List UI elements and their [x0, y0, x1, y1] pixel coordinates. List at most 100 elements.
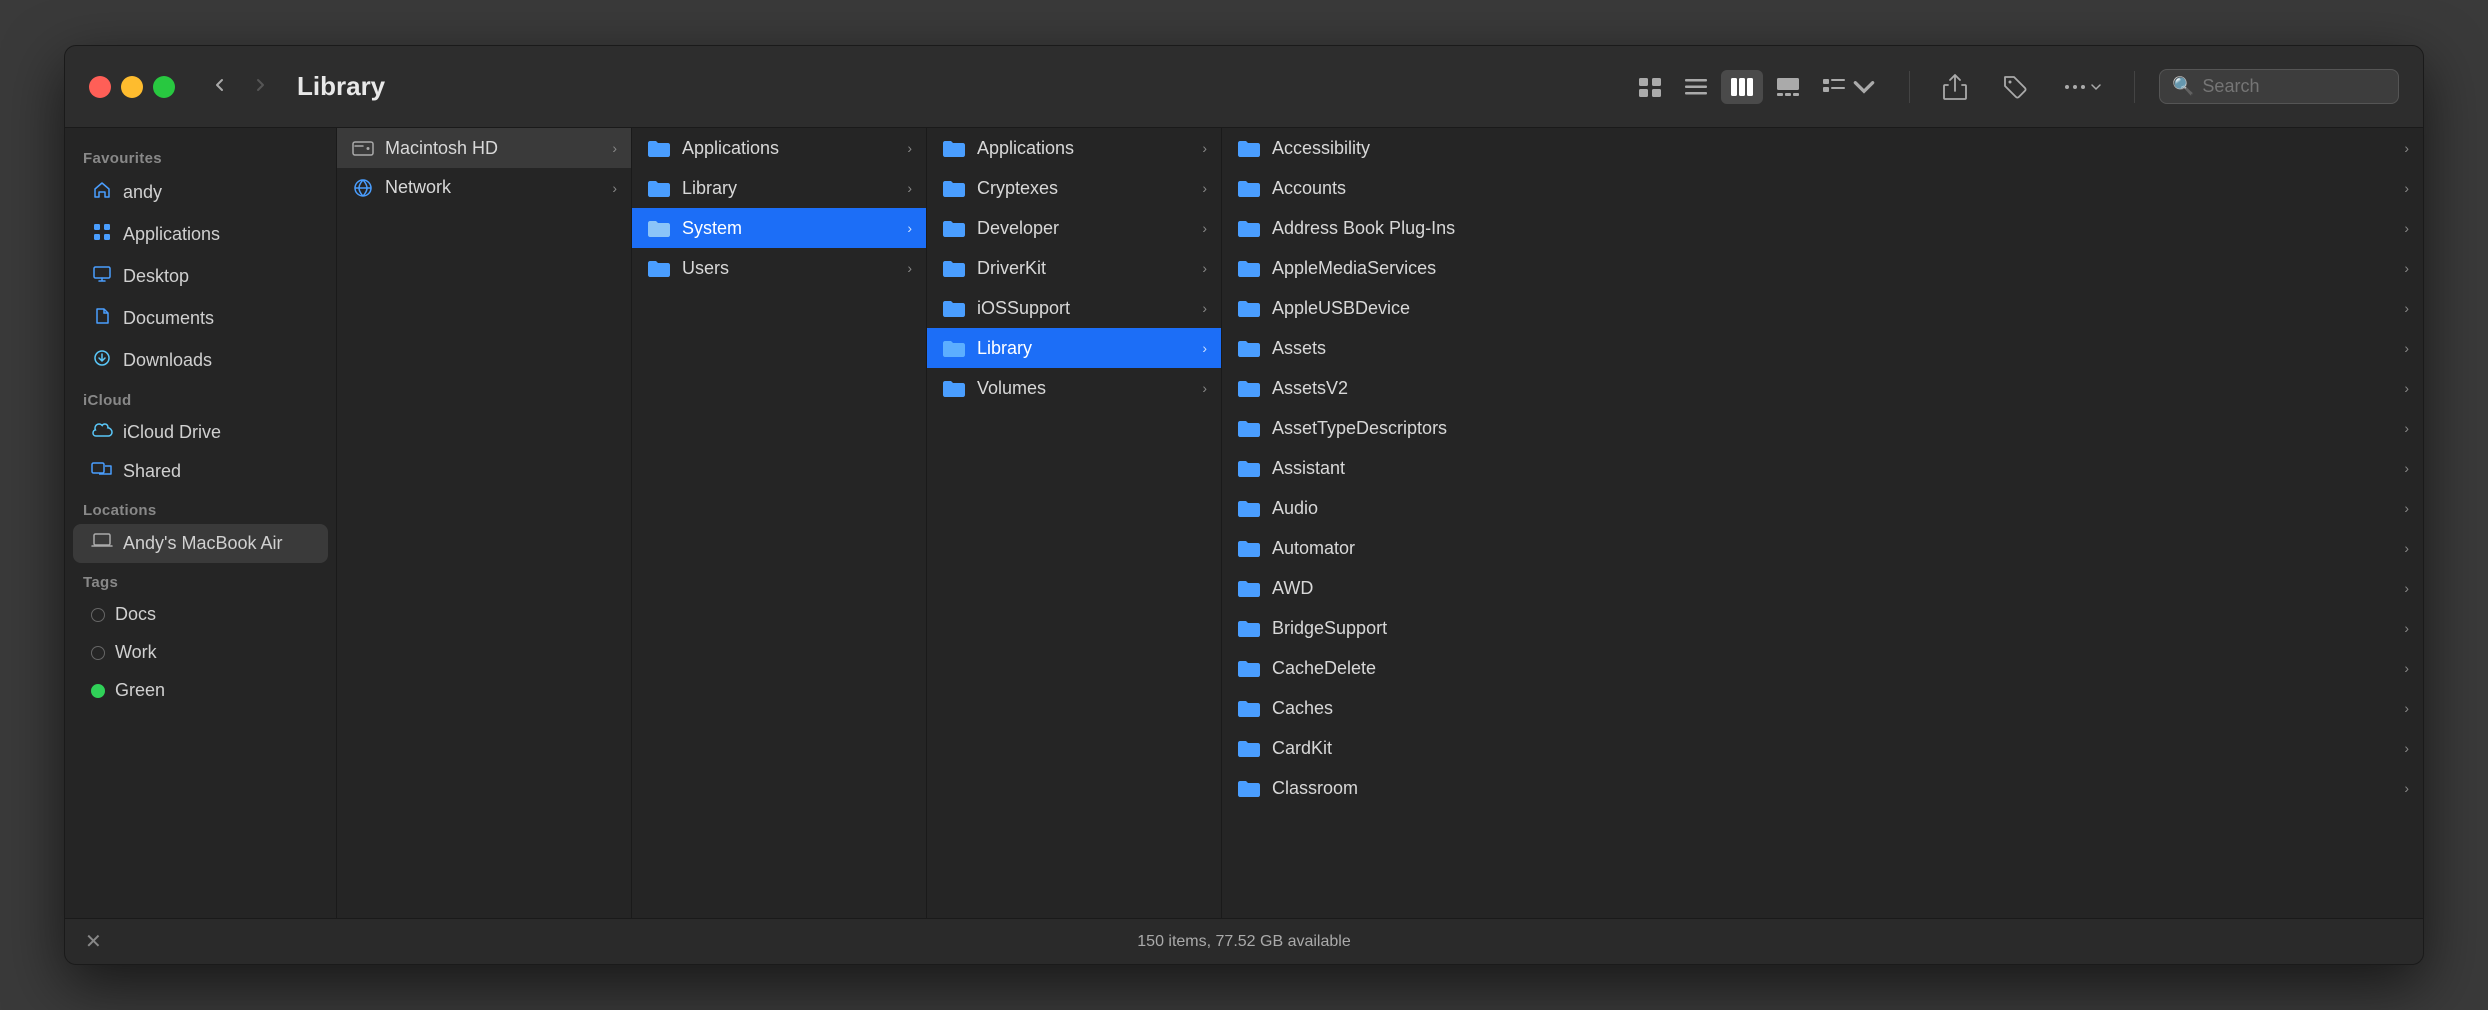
- label-awd: AWD: [1272, 578, 2400, 599]
- volumes-label: Volumes: [977, 378, 1198, 399]
- file-row-developer[interactable]: Developer ›: [927, 208, 1221, 248]
- chevron-col3-3: ›: [1202, 220, 1207, 236]
- view-buttons: [1629, 70, 1885, 104]
- more-button[interactable]: [2054, 70, 2110, 104]
- file-row-awd[interactable]: AWD ›: [1222, 568, 2423, 608]
- file-row-applications3[interactable]: Applications ›: [927, 128, 1221, 168]
- view-gallery-button[interactable]: [1767, 70, 1809, 104]
- sidebar-label-downloads: Downloads: [123, 350, 212, 371]
- network-label: Network: [385, 177, 608, 198]
- label-applemediaservices: AppleMediaServices: [1272, 258, 2400, 279]
- file-row-library2[interactable]: Library ›: [632, 168, 926, 208]
- label-audio: Audio: [1272, 498, 2400, 519]
- locations-header: Locations: [65, 492, 336, 523]
- file-row-volumes[interactable]: Volumes ›: [927, 368, 1221, 408]
- column-4: Accessibility › Accounts › Address Book …: [1222, 128, 2423, 918]
- chevron-col4-11: ›: [2404, 580, 2409, 596]
- file-row-address-book[interactable]: Address Book Plug-Ins ›: [1222, 208, 2423, 248]
- chevron-col2-2: ›: [907, 180, 912, 196]
- file-row-macintosh-hd[interactable]: Macintosh HD ›: [337, 128, 631, 168]
- shared-icon: [91, 460, 113, 483]
- file-row-appleusbdevice[interactable]: AppleUSBDevice ›: [1222, 288, 2423, 328]
- file-row-assetsv2[interactable]: AssetsV2 ›: [1222, 368, 2423, 408]
- file-row-cachedelete[interactable]: CacheDelete ›: [1222, 648, 2423, 688]
- sidebar-item-shared[interactable]: Shared: [73, 452, 328, 491]
- forward-button[interactable]: [245, 70, 275, 104]
- close-button[interactable]: [89, 76, 111, 98]
- sidebar-label-work: Work: [115, 642, 157, 663]
- sidebar-item-work-tag[interactable]: Work: [73, 634, 328, 671]
- folder-icon-col4-9: [1236, 497, 1262, 519]
- chevron-col4-13: ›: [2404, 660, 2409, 676]
- download-icon: [91, 348, 113, 373]
- file-row-applemediaservices[interactable]: AppleMediaServices ›: [1222, 248, 2423, 288]
- file-row-automator[interactable]: Automator ›: [1222, 528, 2423, 568]
- back-button[interactable]: [205, 70, 235, 104]
- label-assettypedescriptors: AssetTypeDescriptors: [1272, 418, 2400, 439]
- sidebar-item-green-tag[interactable]: Green: [73, 672, 328, 709]
- sidebar-item-andy[interactable]: andy: [73, 172, 328, 213]
- view-list-button[interactable]: [1675, 70, 1717, 104]
- file-row-classroom[interactable]: Classroom ›: [1222, 768, 2423, 808]
- sidebar-item-docs-tag[interactable]: Docs: [73, 596, 328, 633]
- file-row-driverkit[interactable]: DriverKit ›: [927, 248, 1221, 288]
- sidebar-item-documents[interactable]: Documents: [73, 298, 328, 339]
- tags-header: Tags: [65, 564, 336, 595]
- traffic-lights: [89, 76, 175, 98]
- view-columns-button[interactable]: [1721, 70, 1763, 104]
- driverkit-label: DriverKit: [977, 258, 1198, 279]
- search-input[interactable]: [2202, 76, 2386, 97]
- file-row-network[interactable]: Network ›: [337, 168, 631, 207]
- file-row-assistant[interactable]: Assistant ›: [1222, 448, 2423, 488]
- sidebar-item-macbook[interactable]: Andy's MacBook Air: [73, 524, 328, 563]
- file-row-accessibility[interactable]: Accessibility ›: [1222, 128, 2423, 168]
- file-row-applications2[interactable]: Applications ›: [632, 128, 926, 168]
- folder-icon-col4-0: [1236, 137, 1262, 159]
- statusbar-close-button[interactable]: ✕: [85, 929, 102, 954]
- folder-icon-blue-2: [646, 177, 672, 199]
- sidebar-item-desktop[interactable]: Desktop: [73, 256, 328, 297]
- sidebar-label-andy: andy: [123, 182, 162, 203]
- file-row-audio[interactable]: Audio ›: [1222, 488, 2423, 528]
- search-bar[interactable]: 🔍: [2159, 69, 2399, 104]
- folder-icon-col4-10: [1236, 537, 1262, 559]
- file-row-bridgesupport[interactable]: BridgeSupport ›: [1222, 608, 2423, 648]
- chevron-col3-7: ›: [1202, 380, 1207, 396]
- tag-green-icon: [91, 684, 105, 698]
- file-row-caches[interactable]: Caches ›: [1222, 688, 2423, 728]
- folder-blue-col3-1: [941, 137, 967, 159]
- iossupport-label: iOSSupport: [977, 298, 1198, 319]
- file-row-library3[interactable]: Library ›: [927, 328, 1221, 368]
- tag-button[interactable]: [1994, 68, 2036, 106]
- file-row-users[interactable]: Users ›: [632, 248, 926, 288]
- label-cardkit: CardKit: [1272, 738, 2400, 759]
- sidebar-item-applications[interactable]: Applications: [73, 214, 328, 255]
- sidebar-item-icloud[interactable]: iCloud Drive: [73, 414, 328, 451]
- file-row-cardkit[interactable]: CardKit ›: [1222, 728, 2423, 768]
- chevron-icon: ›: [612, 140, 617, 156]
- fullscreen-button[interactable]: [153, 76, 175, 98]
- view-group-button[interactable]: [1813, 70, 1885, 104]
- sidebar-label-docs: Docs: [115, 604, 156, 625]
- file-row-iossupport[interactable]: iOSSupport ›: [927, 288, 1221, 328]
- chevron-col4-9: ›: [2404, 500, 2409, 516]
- view-grid-button[interactable]: [1629, 70, 1671, 104]
- desktop-icon: [91, 264, 113, 289]
- share-button[interactable]: [1934, 67, 1976, 107]
- file-row-cryptexes[interactable]: Cryptexes ›: [927, 168, 1221, 208]
- toolbar-separator-1: [1909, 71, 1910, 103]
- file-row-assettypedescriptors[interactable]: AssetTypeDescriptors ›: [1222, 408, 2423, 448]
- chevron-col4-15: ›: [2404, 740, 2409, 756]
- folder-icon-col4-3: [1236, 257, 1262, 279]
- folder-icon-col4-4: [1236, 297, 1262, 319]
- file-row-assets[interactable]: Assets ›: [1222, 328, 2423, 368]
- minimize-button[interactable]: [121, 76, 143, 98]
- macintosh-hd-label: Macintosh HD: [385, 138, 608, 159]
- file-row-accounts[interactable]: Accounts ›: [1222, 168, 2423, 208]
- chevron-col3-4: ›: [1202, 260, 1207, 276]
- cryptexes-label: Cryptexes: [977, 178, 1198, 199]
- file-row-system[interactable]: System ›: [632, 208, 926, 248]
- label-accounts: Accounts: [1272, 178, 2400, 199]
- document-icon: [91, 306, 113, 331]
- sidebar-item-downloads[interactable]: Downloads: [73, 340, 328, 381]
